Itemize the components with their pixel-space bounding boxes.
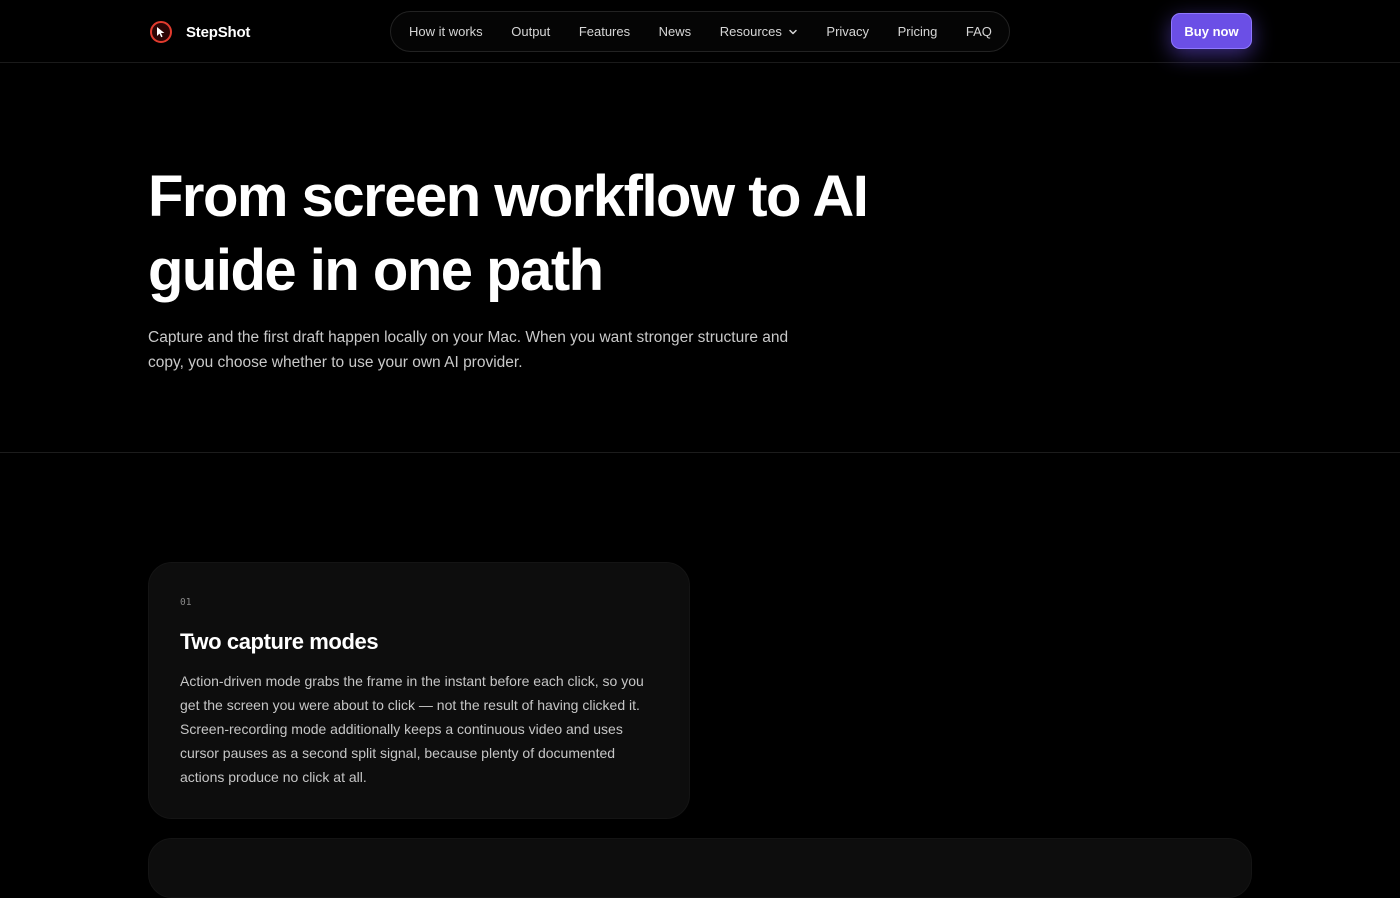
nav-dropdown-resources[interactable]: Resources bbox=[720, 24, 798, 39]
feature-card-title: Two capture modes bbox=[180, 629, 379, 654]
feature-card-number: 01 bbox=[180, 597, 192, 608]
nav-dropdown-resources-label: Resources bbox=[719, 24, 782, 39]
nav-link-news[interactable]: News bbox=[659, 24, 692, 39]
hero-subtitle: Capture and the first draft happen local… bbox=[148, 329, 789, 371]
nav-link-output[interactable]: Output bbox=[511, 24, 550, 39]
brand-home-link[interactable]: StepShot bbox=[150, 20, 250, 44]
chevron-down-icon bbox=[789, 29, 797, 34]
section-divider bbox=[0, 452, 1400, 453]
cursor-icon bbox=[150, 21, 172, 43]
nav-link-features[interactable]: Features bbox=[579, 24, 630, 39]
buy-now-button[interactable]: Buy now bbox=[1171, 13, 1252, 49]
hero-title: From screen workflow to AI guide in one … bbox=[148, 164, 869, 303]
main-nav: How it works Output Features News Resour… bbox=[390, 11, 1010, 52]
nav-link-how-it-works[interactable]: How it works bbox=[409, 24, 483, 39]
nav-link-privacy[interactable]: Privacy bbox=[826, 24, 869, 39]
brand-name: StepShot bbox=[186, 23, 251, 41]
top-navigation-bar: StepShot How it works Output Features Ne… bbox=[0, 0, 1400, 63]
nav-link-pricing[interactable]: Pricing bbox=[898, 24, 938, 39]
feature-card: 01 Two capture modes Action-driven mode … bbox=[148, 562, 690, 819]
feature-card-body: Action-driven mode grabs the frame in th… bbox=[180, 673, 644, 785]
nav-link-faq[interactable]: FAQ bbox=[966, 24, 992, 39]
feature-card-next bbox=[148, 838, 1252, 898]
